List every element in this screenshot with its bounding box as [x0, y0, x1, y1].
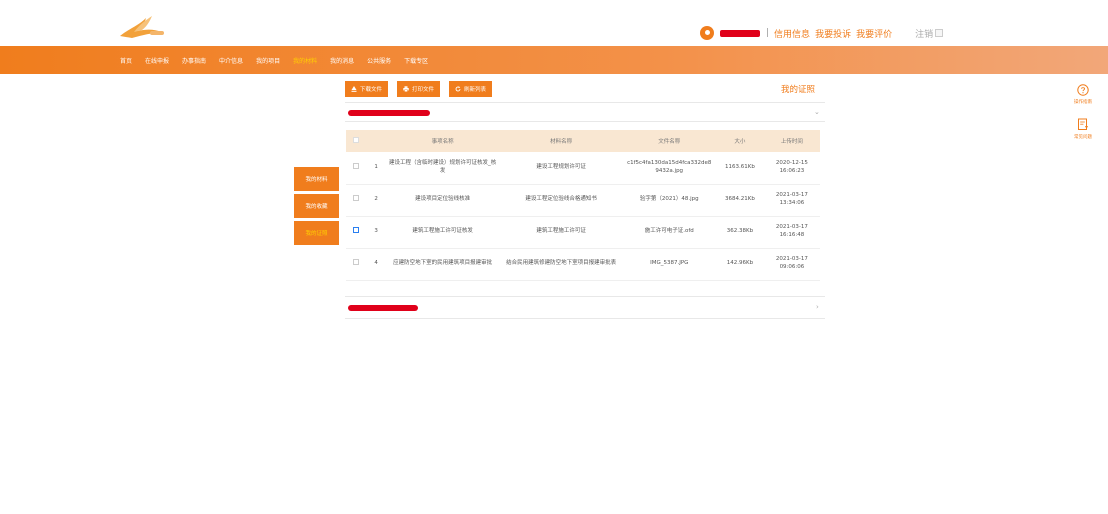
panel-divider: [345, 102, 825, 103]
refresh-icon: [455, 86, 461, 92]
side-menu: 我的材料 我的收藏 我的证照: [294, 167, 339, 248]
row-item-name: 建设工程（含临时建设）规划许可证核发_核发: [385, 152, 500, 185]
nav-item-download-zone[interactable]: 下载专区: [404, 56, 428, 65]
complaint-link[interactable]: 我要投诉: [815, 27, 851, 40]
print-file-button[interactable]: 打印文件: [397, 81, 441, 97]
row-file-name[interactable]: 施工许可电子证.ofd: [622, 216, 717, 249]
side-item-my-favorites[interactable]: 我的收藏: [294, 194, 339, 218]
column-header-size: 大小: [716, 130, 764, 152]
row-upload-time: 2021-03-17 09:06:06: [763, 248, 820, 281]
column-header-file: 文件名称: [622, 130, 717, 152]
row-number: 3: [366, 216, 386, 249]
table-header-row: 事项名称 材料名称 文件名称 大小 上传时间: [346, 130, 820, 152]
evaluate-link[interactable]: 我要评价: [856, 27, 892, 40]
table-row[interactable]: 1 建设工程（含临时建设）规划许可证核发_核发 建设工程规划许可证 c1f5c4…: [346, 152, 820, 185]
credit-info-link[interactable]: 信用信息: [774, 27, 810, 40]
side-item-my-materials[interactable]: 我的材料: [294, 167, 339, 191]
row-size: 362.38Kb: [716, 216, 764, 249]
separator: |: [766, 28, 770, 38]
print-file-label: 打印文件: [412, 87, 435, 93]
row-item-name: 应建防空地下室的民用建筑项目报建审批: [385, 248, 500, 281]
nav-item-home[interactable]: 首页: [120, 56, 132, 65]
faq-label: 常见问题: [1074, 135, 1092, 140]
row-size: 3684.21Kb: [716, 184, 764, 217]
redacted-username: [720, 29, 760, 37]
download-file-label: 下载文件: [360, 87, 383, 93]
panel-divider: [345, 296, 825, 297]
download-icon: [351, 86, 357, 92]
operation-guide-label: 操作指南: [1074, 100, 1092, 105]
license-table: 事项名称 材料名称 文件名称 大小 上传时间 1 建设工程（含临时建设）规划许可…: [346, 130, 820, 281]
chevron-down-icon[interactable]: ⌄: [814, 108, 820, 116]
nav-item-my-messages[interactable]: 我的消息: [330, 56, 354, 65]
side-item-my-licenses[interactable]: 我的证照: [294, 221, 339, 245]
select-all-checkbox[interactable]: [353, 137, 360, 143]
row-checkbox[interactable]: [353, 259, 360, 266]
refresh-list-label: 刷新列表: [464, 87, 487, 93]
row-file-name[interactable]: IMG_5387.JPG: [622, 248, 717, 281]
row-select-cell: [346, 184, 367, 217]
nav-item-online-apply[interactable]: 在线申报: [145, 56, 169, 65]
row-file-name[interactable]: c1f5c4fa130da15d4fca332de89432a.jpg: [622, 152, 717, 185]
operation-guide-button[interactable]: 操作指南: [1065, 84, 1101, 105]
refresh-list-button[interactable]: 刷新列表: [449, 81, 493, 97]
panel-divider: [345, 318, 825, 319]
column-header-material: 材料名称: [499, 130, 623, 152]
nav-items: 首页 在线申报 办事指南 中介信息 我的项目 我的材料 我的消息 公共服务 下载…: [120, 46, 441, 74]
panel-divider: [345, 121, 825, 122]
nav-item-agency[interactable]: 中介信息: [219, 56, 243, 65]
select-all-header: [346, 130, 367, 152]
nav-item-guide[interactable]: 办事指南: [182, 56, 206, 65]
logo-bird-icon: [116, 14, 168, 42]
row-size: 142.96Kb: [716, 248, 764, 281]
user-icon[interactable]: [700, 26, 714, 40]
print-icon: [403, 86, 409, 92]
row-size: 1163.61Kb: [716, 152, 764, 185]
column-header-no: [366, 130, 386, 152]
table-row[interactable]: 4 应建防空地下室的民用建筑项目报建审批 结合民用建筑修建防空地下室项目报建审批…: [346, 248, 820, 281]
toolbar: 下载文件 打印文件 刷新列表: [345, 81, 501, 97]
column-header-item: 事项名称: [385, 130, 500, 152]
table-row[interactable]: 3 建筑工程施工许可证核发 建筑工程施工许可证 施工许可电子证.ofd 362.…: [346, 216, 820, 249]
row-select-cell: [346, 216, 367, 249]
row-file-name[interactable]: 验字第（2021）48.jpg: [622, 184, 717, 217]
row-checkbox[interactable]: [353, 227, 360, 234]
row-material-name: 结合民用建筑修建防空地下室项目报建审批表: [499, 248, 623, 281]
user-area: | 信用信息 我要投诉 我要评价 注销: [700, 25, 944, 41]
row-upload-time: 2021-03-17 16:16:48: [763, 216, 820, 249]
nav-item-public-service[interactable]: 公共服务: [367, 56, 391, 65]
row-upload-time: 2020-12-15 16:06:23: [763, 152, 820, 185]
download-file-button[interactable]: 下载文件: [345, 81, 389, 97]
logout-link[interactable]: 注销: [915, 27, 944, 40]
row-material-name: 建筑工程施工许可证: [499, 216, 623, 249]
redacted-panel-title[interactable]: [348, 305, 418, 311]
row-select-cell: [346, 248, 367, 281]
redacted-panel-title[interactable]: [348, 110, 430, 116]
help-circle-icon: [1077, 84, 1089, 96]
row-material-name: 建设工程规划许可证: [499, 152, 623, 185]
column-header-time: 上传时间: [763, 130, 820, 152]
row-number: 2: [366, 184, 386, 217]
faq-button[interactable]: 常见问题: [1065, 118, 1101, 140]
row-checkbox[interactable]: [353, 195, 360, 202]
row-item-name: 建设项目定位验线核准: [385, 184, 500, 217]
row-number: 4: [366, 248, 386, 281]
row-upload-time: 2021-03-17 13:34:06: [763, 184, 820, 217]
logout-icon: [935, 29, 944, 37]
nav-item-my-materials[interactable]: 我的材料: [293, 56, 317, 65]
row-item-name: 建筑工程施工许可证核发: [385, 216, 500, 249]
row-number: 1: [366, 152, 386, 185]
table-row[interactable]: 2 建设项目定位验线核准 建设工程定位验线合格通知书 验字第（2021）48.j…: [346, 184, 820, 217]
chevron-right-icon[interactable]: ›: [816, 303, 819, 311]
row-checkbox[interactable]: [353, 162, 360, 169]
logout-label: 注销: [915, 29, 934, 40]
section-title: 我的证照: [780, 85, 815, 95]
main-nav: 首页 在线申报 办事指南 中介信息 我的项目 我的材料 我的消息 公共服务 下载…: [0, 46, 1108, 74]
row-material-name: 建设工程定位验线合格通知书: [499, 184, 623, 217]
top-bar: | 信用信息 我要投诉 我要评价 注销: [0, 0, 1108, 46]
row-select-cell: [346, 152, 367, 185]
faq-doc-icon: [1078, 118, 1088, 130]
nav-item-my-projects[interactable]: 我的项目: [256, 56, 280, 65]
